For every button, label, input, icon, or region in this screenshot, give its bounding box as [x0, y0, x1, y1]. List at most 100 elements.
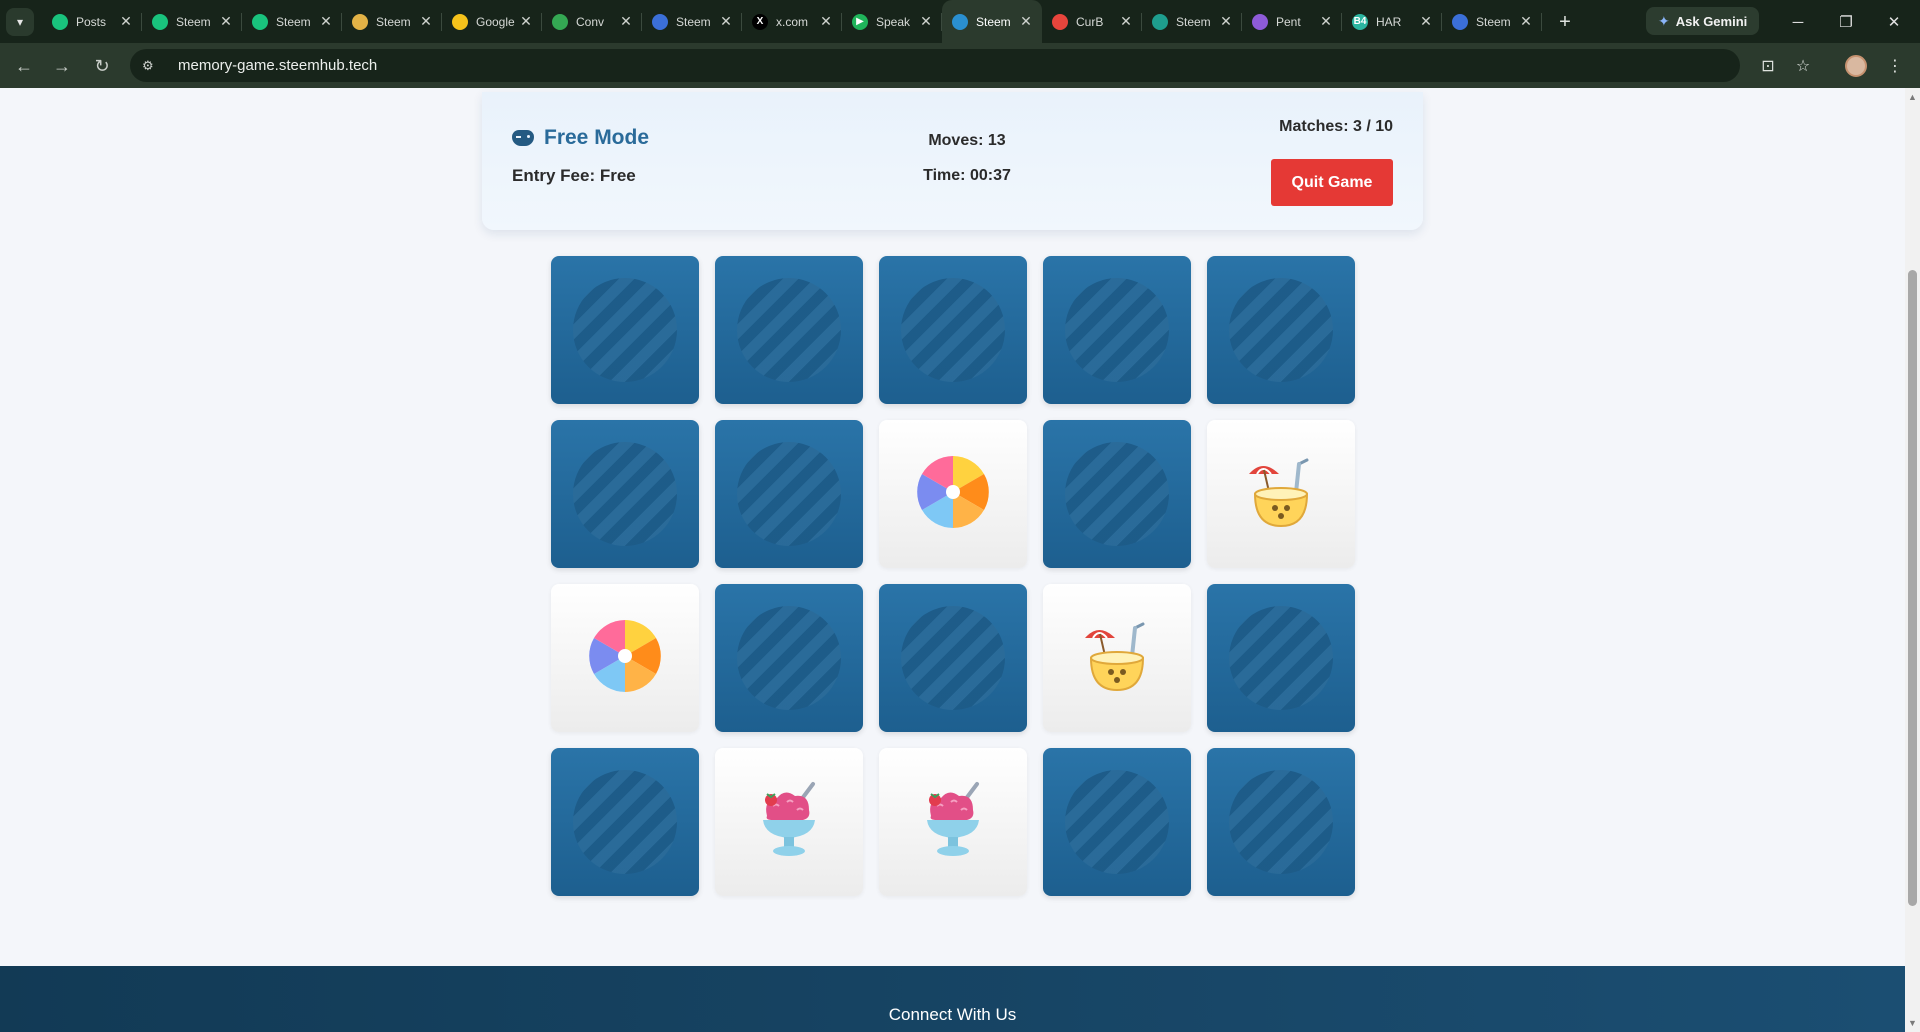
browser-tab[interactable]: B4 HAR ✕: [1342, 0, 1442, 43]
tab-title: Speak: [876, 14, 911, 29]
card-face-down[interactable]: [1043, 748, 1191, 896]
tab-title: x.com: [776, 14, 809, 29]
install-app-icon[interactable]: ⊡: [1754, 52, 1782, 80]
card-back-pattern-icon: [737, 442, 841, 546]
browser-tab[interactable]: ▶ Speak ✕: [842, 0, 942, 43]
quit-game-button[interactable]: Quit Game: [1271, 159, 1393, 206]
tab-close-icon[interactable]: ✕: [1418, 13, 1434, 30]
browser-tab[interactable]: Steem ✕: [342, 0, 442, 43]
tab-close-icon[interactable]: ✕: [118, 13, 134, 30]
card-face-down[interactable]: [551, 748, 699, 896]
scroll-down-arrow-icon[interactable]: ▼: [1908, 1018, 1917, 1028]
reload-icon[interactable]: ↻: [88, 52, 116, 80]
close-window-icon[interactable]: ✕: [1880, 8, 1908, 36]
tab-close-icon[interactable]: ✕: [318, 13, 334, 30]
game-mode-title: Free Mode: [512, 126, 649, 150]
card-back-pattern-icon: [737, 606, 841, 710]
browser-tab[interactable]: Steem ✕: [942, 0, 1042, 43]
browser-tab[interactable]: Steem ✕: [242, 0, 342, 43]
browser-tab[interactable]: CurB ✕: [1042, 0, 1142, 43]
card-face-down[interactable]: [551, 256, 699, 404]
tab-close-icon[interactable]: ✕: [1218, 13, 1234, 30]
card-face-up[interactable]: [1043, 584, 1191, 732]
beach-ball-icon: [915, 454, 991, 535]
browser-tab[interactable]: Conv ✕: [542, 0, 642, 43]
card-back-pattern-icon: [1065, 442, 1169, 546]
card-face-down[interactable]: [715, 420, 863, 568]
site-settings-icon[interactable]: ⚙: [142, 58, 162, 74]
tab-close-icon[interactable]: ✕: [918, 13, 934, 30]
browser-tab[interactable]: Posts ✕: [42, 0, 142, 43]
card-face-down[interactable]: [1043, 256, 1191, 404]
tab-close-icon[interactable]: ✕: [218, 13, 234, 30]
card-face-down[interactable]: [715, 256, 863, 404]
tab-close-icon[interactable]: ✕: [1018, 13, 1034, 30]
ask-gemini-button[interactable]: ✦ Ask Gemini: [1646, 7, 1760, 35]
card-face-up[interactable]: [551, 584, 699, 732]
url-text: memory-game.steemhub.tech: [178, 57, 378, 74]
browser-tab[interactable]: Steem ✕: [142, 0, 242, 43]
browser-tab[interactable]: Steem ✕: [642, 0, 742, 43]
tab-strip: ▾ Posts ✕ Steem ✕ Steem ✕ Steem ✕ Google ✕ Conv ✕ St…: [0, 0, 1920, 43]
card-back-pattern-icon: [1065, 278, 1169, 382]
card-face-up[interactable]: [879, 420, 1027, 568]
profile-avatar[interactable]: [1845, 55, 1867, 77]
tab-close-icon[interactable]: ✕: [618, 13, 634, 30]
card-back-pattern-icon: [1229, 770, 1333, 874]
card-back-pattern-icon: [1065, 770, 1169, 874]
footer: Connect With Us: [0, 966, 1905, 1032]
timer: Time: 00:37: [923, 167, 1011, 184]
browser-tab[interactable]: Pent ✕: [1242, 0, 1342, 43]
card-face-down[interactable]: [879, 256, 1027, 404]
card-back-pattern-icon: [737, 278, 841, 382]
card-face-up[interactable]: [879, 748, 1027, 896]
page-scrollbar[interactable]: ▲ ▼: [1905, 88, 1920, 1032]
browser-tab[interactable]: Xx.com ✕: [742, 0, 842, 43]
tab-close-icon[interactable]: ✕: [1318, 13, 1334, 30]
tab-favicon-icon: [152, 13, 168, 30]
card-back-pattern-icon: [901, 278, 1005, 382]
card-face-up[interactable]: [1207, 420, 1355, 568]
scrollbar-thumb[interactable]: [1908, 270, 1917, 906]
ice-cream-icon: [921, 780, 985, 865]
tab-close-icon[interactable]: ✕: [1518, 13, 1534, 30]
forward-arrow-icon[interactable]: →: [48, 52, 76, 80]
tab-close-icon[interactable]: ✕: [818, 13, 834, 30]
ice-cream-icon: [757, 780, 821, 865]
card-face-down[interactable]: [1207, 748, 1355, 896]
card-face-down[interactable]: [1207, 584, 1355, 732]
minimize-icon[interactable]: ─: [1784, 8, 1812, 36]
tab-title: Steem: [1176, 14, 1211, 29]
tab-close-icon[interactable]: ✕: [1118, 13, 1134, 30]
browser-tab[interactable]: Google ✕: [442, 0, 542, 43]
card-face-down[interactable]: [1207, 256, 1355, 404]
tab-search-chevron-icon[interactable]: ▾: [6, 8, 34, 36]
new-tab-plus-icon[interactable]: +: [1552, 9, 1578, 35]
tab-favicon-icon: [252, 13, 268, 30]
tab-favicon-icon: [52, 13, 68, 30]
tab-favicon-icon: B4: [1352, 13, 1368, 30]
scroll-up-arrow-icon[interactable]: ▲: [1908, 92, 1917, 102]
browser-tab[interactable]: Steem ✕: [1442, 0, 1542, 43]
tab-favicon-icon: [352, 13, 368, 30]
card-face-down[interactable]: [879, 584, 1027, 732]
card-face-up[interactable]: [715, 748, 863, 896]
tab-close-icon[interactable]: ✕: [718, 13, 734, 30]
card-face-down[interactable]: [551, 420, 699, 568]
tab-close-icon[interactable]: ✕: [518, 13, 534, 30]
tab-close-icon[interactable]: ✕: [418, 13, 434, 30]
tab-favicon-icon: [1152, 13, 1168, 30]
back-arrow-icon[interactable]: ←: [10, 52, 38, 80]
tab-favicon-icon: [652, 13, 668, 30]
tab-favicon-icon: [1252, 13, 1268, 30]
card-face-down[interactable]: [715, 584, 863, 732]
tab-favicon-icon: [1052, 13, 1068, 30]
game-mode-label: Free Mode: [544, 126, 650, 149]
address-bar[interactable]: ⚙ memory-game.steemhub.tech: [130, 49, 1740, 82]
bookmark-star-icon[interactable]: ☆: [1789, 52, 1817, 80]
browser-tab[interactable]: Steem ✕: [1142, 0, 1242, 43]
card-face-down[interactable]: [1043, 420, 1191, 568]
restore-icon[interactable]: ❐: [1832, 8, 1860, 36]
browser-menu-icon[interactable]: ⋮: [1881, 52, 1909, 80]
connect-with-us-heading: Connect With Us: [888, 1005, 1017, 1024]
